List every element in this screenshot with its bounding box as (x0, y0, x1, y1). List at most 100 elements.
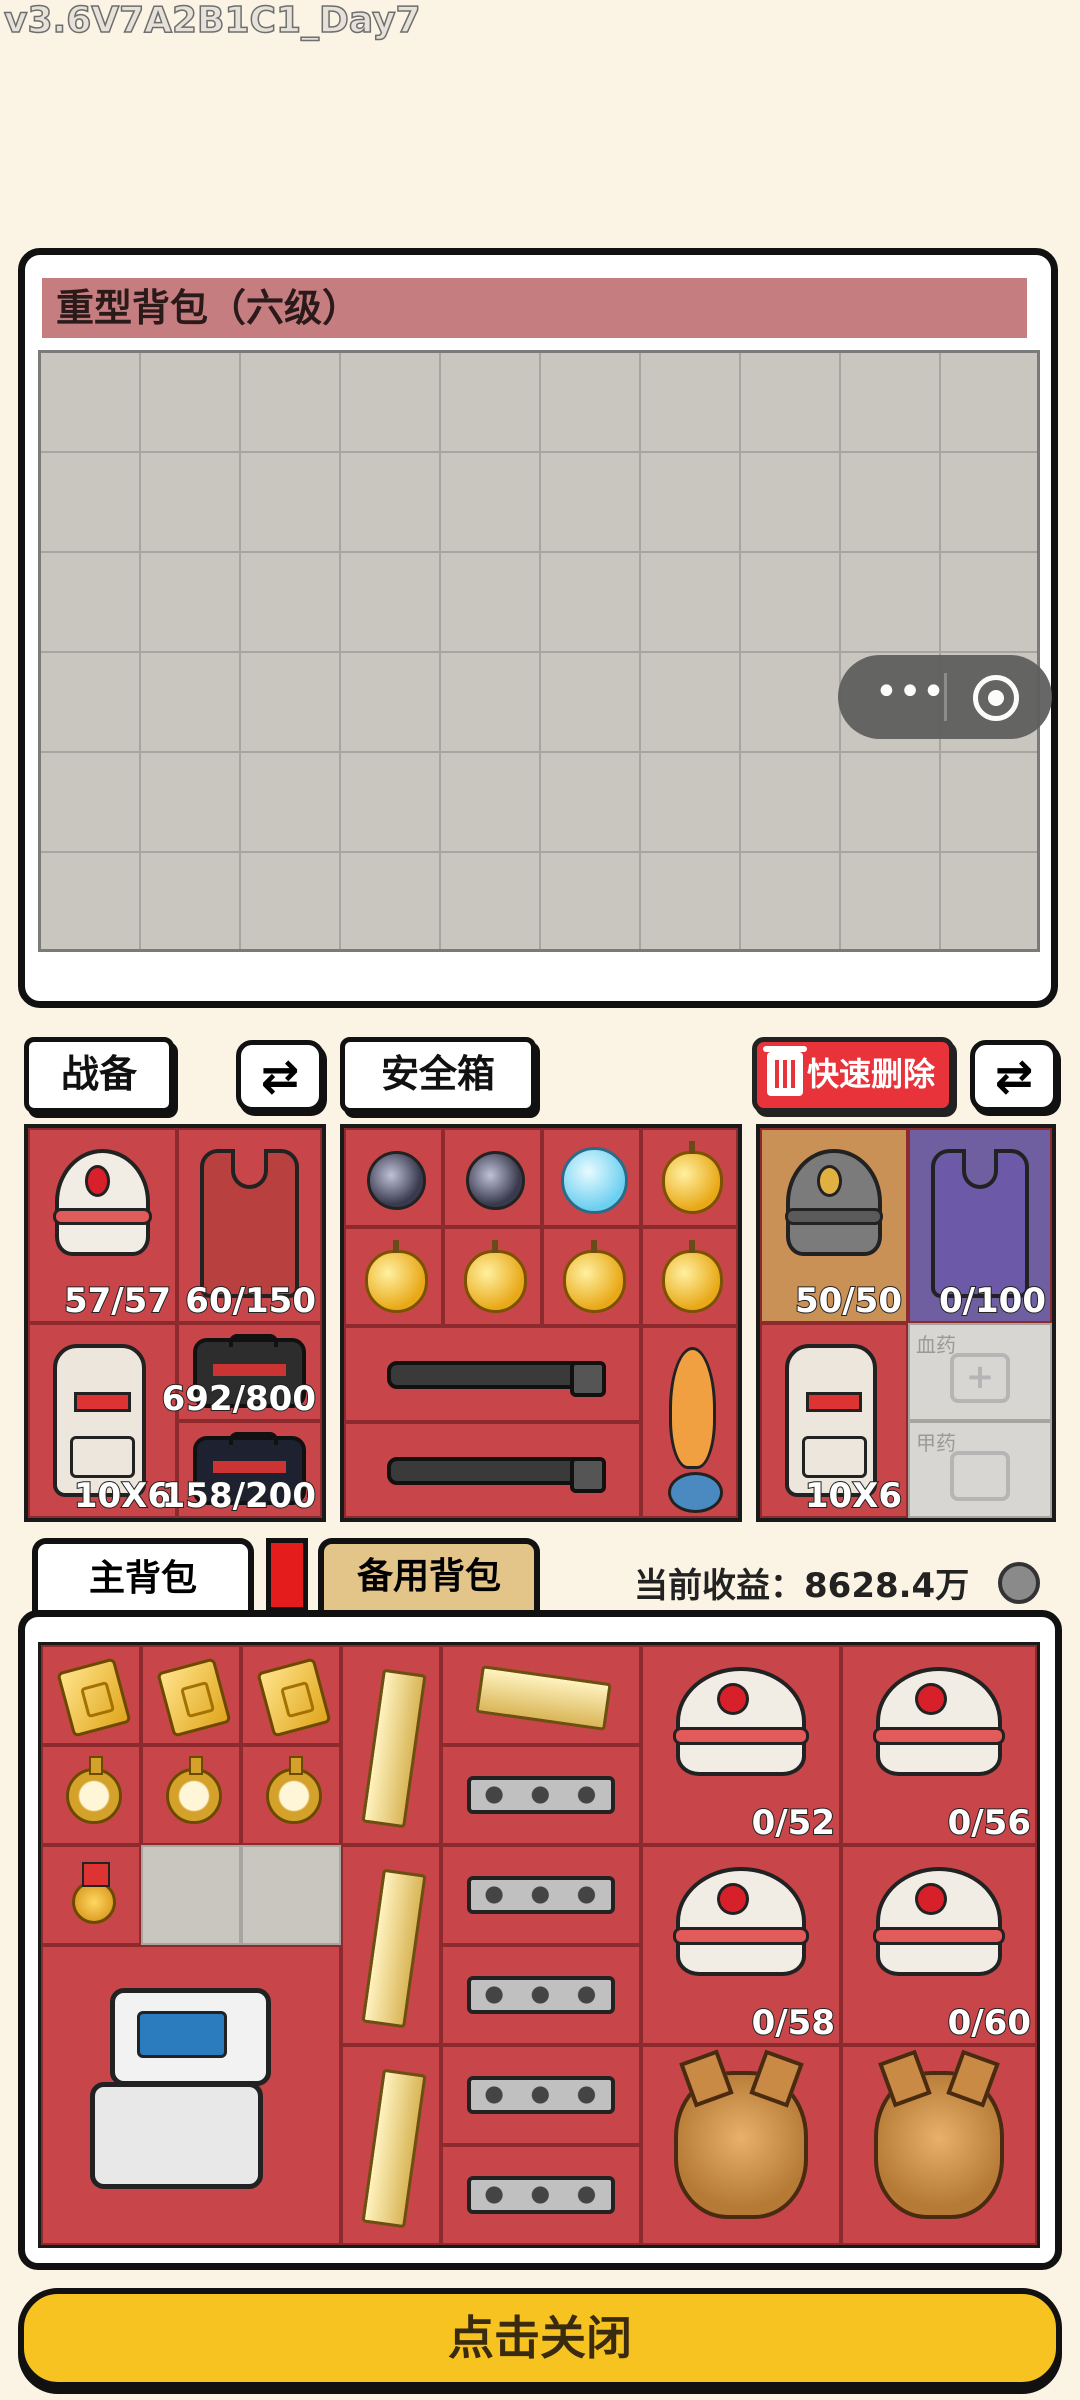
safe-item[interactable] (641, 1326, 738, 1518)
golden-apple-icon (661, 1240, 724, 1313)
gear-tab[interactable]: 战备 (24, 1037, 174, 1113)
pack-item[interactable] (241, 1745, 341, 1845)
main-backpack-grid: 0/52 0/56 0/58 0/60 (38, 1642, 1040, 2248)
spare-backpack-size: 10X6 (804, 1476, 903, 1516)
empty-slot[interactable] (241, 1845, 341, 1945)
pack-item[interactable] (241, 1645, 341, 1745)
pack-item[interactable] (41, 1845, 141, 1945)
red-case-capacity: 692/800 (161, 1379, 317, 1419)
safe-item[interactable] (443, 1227, 542, 1326)
gold-bar-icon (361, 1868, 427, 2028)
safe-item[interactable] (344, 1326, 641, 1422)
graphics-card-icon (466, 1875, 616, 1915)
gold-card-icon (256, 1657, 332, 1739)
pack-item[interactable] (441, 1645, 641, 1745)
backpack-grid[interactable] (38, 350, 1040, 952)
capsule-divider (944, 673, 947, 721)
gold-card-icon (56, 1657, 132, 1739)
close-target-icon[interactable] (973, 675, 1019, 721)
backpack-slot[interactable]: 10X6 (28, 1323, 177, 1518)
current-earnings: 当前收益：8628.4万 (634, 1558, 969, 1607)
swap-left-button[interactable]: ⇄ (236, 1040, 324, 1112)
safe-item[interactable] (641, 1227, 738, 1326)
pack-item[interactable] (441, 2145, 641, 2245)
lucky-cat-icon (873, 2070, 1005, 2220)
pack-item[interactable]: 0/56 (841, 1645, 1037, 1845)
tab-spare-backpack[interactable]: 备用背包 (318, 1538, 540, 1612)
pack-item[interactable] (441, 2045, 641, 2145)
golden-apple-icon (365, 1240, 428, 1313)
helmet-slot[interactable]: 57/57 (28, 1128, 177, 1323)
pack-item[interactable] (441, 1845, 641, 1945)
safe-item[interactable] (344, 1227, 443, 1326)
spare-loadout: 50/50 0/100 10X6 血药 + 甲药 (756, 1124, 1056, 1522)
close-button[interactable]: 点击关闭 (18, 2288, 1062, 2388)
steel-helmet-icon (785, 1149, 883, 1257)
pack-item[interactable] (441, 1945, 641, 2045)
medkit-icon: + (950, 1353, 1010, 1403)
safe-item[interactable] (542, 1128, 641, 1227)
spare-vest-durability: 0/100 (938, 1281, 1047, 1321)
swap-right-button[interactable]: ⇄ (970, 1040, 1058, 1112)
pack-item[interactable] (141, 1645, 241, 1745)
backpack-icon (785, 1344, 878, 1497)
pack-item[interactable] (341, 1645, 441, 1845)
golden-apple-icon (661, 1141, 724, 1214)
pack-item[interactable] (641, 2045, 841, 2245)
koi-statue-icon (667, 1346, 723, 1513)
pack-item[interactable] (341, 2045, 441, 2245)
gear-loadout: 57/57 60/150 10X6 692/800 158/200 (24, 1124, 326, 1522)
vest-durability: 60/150 (184, 1281, 317, 1321)
secure-case-slot[interactable]: 158/200 (161, 1421, 322, 1518)
safe-item[interactable] (344, 1128, 443, 1227)
ecg-monitor-icon (90, 1988, 291, 2201)
pack-item[interactable] (41, 1645, 141, 1745)
earnings-value: 8628.4万 (804, 1566, 970, 1606)
pack-item[interactable]: 0/58 (641, 1845, 841, 2045)
medicine-slot[interactable]: 血药 + (908, 1323, 1052, 1421)
pocket-watch-icon (166, 1756, 222, 1825)
pack-item[interactable] (441, 1745, 641, 1845)
tab-marker (266, 1538, 308, 1612)
graphics-card-icon (466, 2075, 616, 2115)
mini-program-capsule: ••• (838, 655, 1052, 739)
safe-box-grid (340, 1124, 742, 1522)
spare-helmet-slot[interactable]: 50/50 (760, 1128, 908, 1323)
armor-repair-slot[interactable]: 甲药 (908, 1421, 1052, 1518)
spare-vest-slot[interactable]: 0/100 (908, 1128, 1052, 1323)
empty-slot[interactable] (141, 1845, 241, 1945)
pack-item[interactable] (141, 1745, 241, 1845)
more-icon[interactable]: ••• (870, 672, 950, 717)
armor-vest-icon (931, 1149, 1029, 1299)
safe-item[interactable] (542, 1227, 641, 1326)
trash-icon (763, 1046, 807, 1096)
tab-main-backpack[interactable]: 主背包 (32, 1538, 254, 1618)
pack-item[interactable] (841, 2045, 1037, 2245)
pack-item[interactable] (41, 1945, 341, 2245)
graphics-card-icon (466, 1975, 616, 2015)
dark-orb-icon (465, 1150, 526, 1211)
safe-item[interactable] (344, 1422, 641, 1518)
gold-bar-icon (361, 2068, 427, 2228)
graphics-card-icon (466, 2175, 616, 2215)
safe-item[interactable] (641, 1128, 738, 1227)
pack-item[interactable]: 0/52 (641, 1645, 841, 1845)
vest-slot[interactable]: 60/150 (177, 1128, 322, 1323)
pack-item[interactable] (341, 1845, 441, 2045)
golden-apple-icon (464, 1240, 527, 1313)
medicine-label: 血药 (916, 1333, 956, 1357)
pack-item[interactable] (41, 1745, 141, 1845)
spare-backpack-slot[interactable]: 10X6 (760, 1323, 908, 1518)
safe-item[interactable] (443, 1128, 542, 1227)
version-label: v3.6V7A2B1C1_Day7 (3, 0, 421, 42)
helmet-icon (53, 1149, 152, 1257)
safe-box-tab[interactable]: 安全箱 (340, 1037, 536, 1113)
golden-apple-icon (563, 1240, 626, 1313)
pack-item[interactable]: 0/60 (841, 1845, 1037, 2045)
helmet-icon (673, 1866, 810, 1977)
chest-rig-slot[interactable]: 692/800 (161, 1323, 322, 1421)
diamond-icon (561, 1147, 628, 1214)
pocket-watch-icon (66, 1756, 122, 1825)
quick-delete-button[interactable]: 快速删除 (752, 1037, 954, 1113)
backpack-size: 10X6 (73, 1476, 172, 1516)
